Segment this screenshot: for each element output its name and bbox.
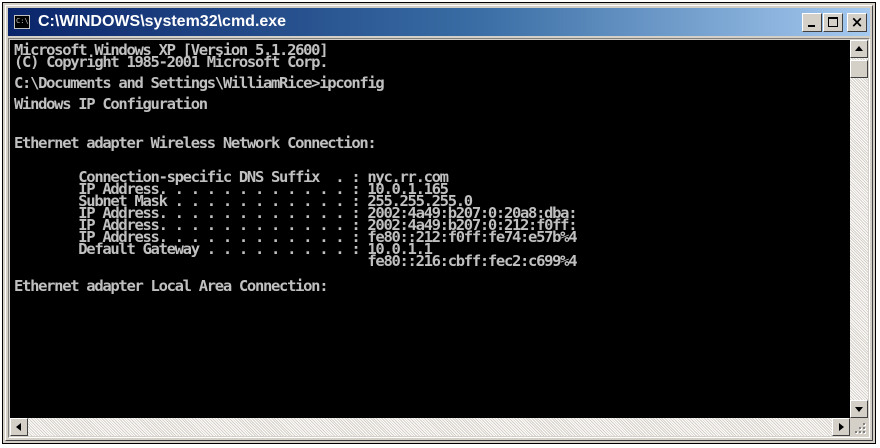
scroll-down-arrow-icon	[855, 407, 863, 412]
maximize-icon	[828, 17, 838, 27]
scroll-up-button[interactable]	[850, 40, 868, 58]
console-line: Windows IP Configuration	[14, 95, 208, 113]
minimize-icon	[808, 25, 815, 27]
maximize-button[interactable]	[823, 13, 843, 32]
scroll-left-button[interactable]	[10, 418, 28, 436]
grip-dot	[859, 431, 861, 433]
minimize-button[interactable]	[802, 13, 822, 32]
console-text: Microsoft Windows XP [Version 5.1.2600](…	[10, 40, 850, 418]
grip-dot	[859, 427, 861, 429]
horizontal-scrollbar[interactable]	[10, 418, 850, 436]
title-bar[interactable]: C:\ C:\WINDOWS\system32\cmd.exe ×	[8, 8, 870, 36]
vertical-scrollbar[interactable]	[850, 40, 868, 418]
scroll-right-button[interactable]	[832, 418, 850, 436]
window-title: C:\WINDOWS\system32\cmd.exe	[38, 13, 287, 30]
grip-dot	[863, 431, 865, 433]
scroll-up-arrow-icon	[855, 46, 863, 51]
resize-grip[interactable]	[850, 418, 868, 436]
console-client-area: Microsoft Windows XP [Version 5.1.2600](…	[8, 38, 870, 438]
close-icon: ×	[850, 13, 864, 31]
screenshot-frame: C:\ C:\WINDOWS\system32\cmd.exe × Micros…	[2, 2, 876, 444]
scroll-left-arrow-icon	[16, 423, 21, 431]
close-button[interactable]: ×	[847, 13, 867, 32]
scroll-down-button[interactable]	[850, 400, 868, 418]
grip-dot	[863, 427, 865, 429]
grip-dot	[855, 431, 857, 433]
console-line: C:\Documents and Settings\WilliamRice>ip…	[14, 74, 385, 92]
cmd-window: C:\ C:\WINDOWS\system32\cmd.exe × Micros…	[5, 5, 873, 441]
scroll-right-arrow-icon	[839, 423, 844, 431]
console-line: Ethernet adapter Wireless Network Connec…	[14, 134, 377, 152]
grip-dot	[863, 423, 865, 425]
console-line: fe80::216:cbff:fec2:c699%4	[14, 252, 577, 270]
console-line: Ethernet adapter Local Area Connection:	[14, 277, 329, 295]
console-line: (C) Copyright 1985-2001 Microsoft Corp.	[14, 53, 329, 71]
vertical-scroll-thumb[interactable]	[850, 60, 868, 78]
cmd-icon[interactable]: C:\	[14, 15, 30, 29]
console-output[interactable]: Microsoft Windows XP [Version 5.1.2600](…	[10, 40, 850, 418]
